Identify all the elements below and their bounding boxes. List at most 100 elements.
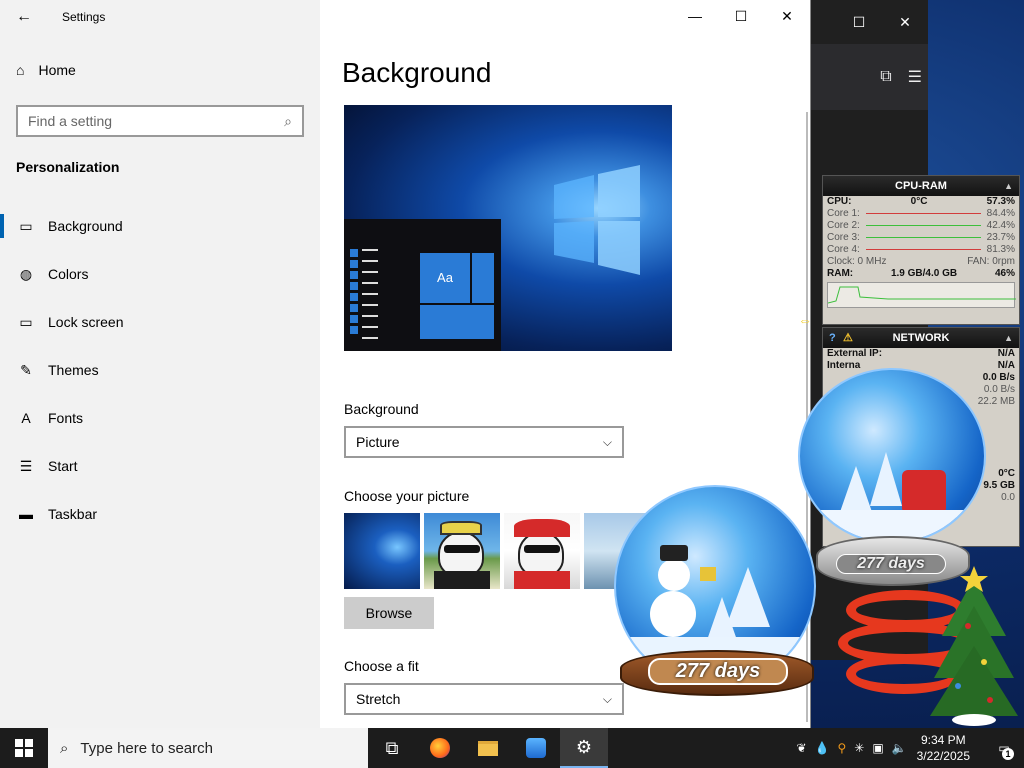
palette-icon: ◍ (19, 265, 33, 282)
sidebar-item-label: Lock screen (48, 314, 124, 330)
fit-value: Stretch (356, 691, 401, 707)
sidebar-item-label: Taskbar (48, 506, 98, 522)
notification-center-icon[interactable]: ▭ 1 (984, 728, 1024, 768)
snowflake-tray-icon[interactable]: ✳ (854, 741, 864, 755)
start-icon: ☰ (19, 457, 33, 474)
choose-fit-label: Choose a fit (344, 658, 419, 674)
clock-date: 3/22/2025 (916, 749, 970, 763)
core-bar (865, 213, 981, 214)
preview-tile: Aa (420, 253, 470, 303)
upload-speed: 0.0 B/s (983, 384, 1015, 395)
help-icon[interactable]: ? (829, 328, 836, 348)
clock-label: Clock: 0 MHz (827, 256, 887, 267)
core-bar (865, 225, 981, 226)
core-bar (865, 249, 981, 250)
menu-icon[interactable]: ☰ (908, 67, 922, 87)
sidebar-home[interactable]: ⌂ Home (16, 62, 76, 78)
picture-thumbnails (342, 511, 660, 591)
home-label: Home (38, 62, 76, 78)
core-value: 84.4% (986, 208, 1015, 219)
clock-row: Clock: 0 MHz FAN: 0rpm (823, 256, 1019, 268)
minimize-icon[interactable]: — (672, 0, 718, 32)
collapse-arrow-icon[interactable]: ▲ (1004, 328, 1013, 348)
notification-count-badge: 1 (1002, 748, 1014, 760)
background-type-dropdown[interactable]: Picture ⌵ (344, 426, 624, 458)
taskbar-search[interactable]: ⌕ (48, 728, 368, 768)
background-window-maximize-icon[interactable]: ☐ (836, 14, 882, 31)
windows-logo-light (554, 165, 640, 275)
magnifier-tray-icon[interactable]: ⚲ (837, 741, 846, 755)
browse-button[interactable]: Browse (344, 597, 434, 629)
sidebar-item-label: Background (48, 218, 123, 234)
network-tray-icon[interactable]: ▣ (872, 741, 883, 755)
find-setting-search[interactable]: ⌕ (16, 105, 304, 137)
core-row: Core 2: 42.4% (823, 220, 1019, 232)
sidebar-item-taskbar[interactable]: ▬ Taskbar (0, 490, 320, 538)
cpu-row: CPU: 0°C 57.3% (823, 196, 1019, 208)
collapse-arrow-icon[interactable]: ▲ (1004, 176, 1013, 196)
core-label: Core 4: (827, 244, 860, 255)
start-button[interactable] (0, 728, 48, 768)
ram-row: RAM: 1.9 GB/4.0 GB 46% (823, 268, 1019, 280)
sidebar-item-lock-screen[interactable]: ▭ Lock screen (0, 298, 320, 346)
picture-thumbnail[interactable] (504, 513, 580, 589)
dropper-tray-icon[interactable]: 💧 (815, 741, 830, 755)
cpu-value: 57.3% (986, 196, 1015, 207)
volume-muted-icon[interactable]: 🔈 (892, 741, 907, 755)
external-ip-row: External IP: N/A (823, 348, 1019, 360)
clock[interactable]: 9:34 PM 3/22/2025 (917, 732, 970, 764)
fonts-icon: A (21, 410, 31, 426)
firefox-icon[interactable] (416, 728, 464, 768)
taskbar-search-input[interactable] (80, 739, 321, 757)
maximize-icon[interactable]: ☐ (718, 0, 764, 32)
section-title: Personalization (16, 159, 120, 175)
cpu-ram-widget: CPU-RAM ▲ CPU: 0°C 57.3% Core 1: 84.4% C… (822, 175, 1020, 325)
system-tray: ❦ 💧 ⚲ ✳ ▣ 🔈 9:34 PM 3/22/2025 ▭ 1 (792, 728, 1024, 768)
sidebar-item-start[interactable]: ☰ Start (0, 442, 320, 490)
internal-ip-row: Interna N/A (823, 360, 1019, 372)
drive-size: 9.5 GB (983, 480, 1015, 491)
picture-thumbnail[interactable] (424, 513, 500, 589)
warning-icon: ⚠ (843, 332, 853, 344)
snow-globe-small[interactable] (798, 368, 986, 544)
task-view-icon[interactable]: ⧉ (368, 728, 416, 768)
ram-value: 46% (994, 268, 1015, 279)
settings-app-icon[interactable]: ⚙ (560, 728, 608, 768)
taskbar-icon: ▬ (19, 506, 33, 522)
preview-start-menu: Aa (344, 219, 501, 351)
people-tray-icon[interactable]: ❦ (796, 741, 806, 755)
app-icon[interactable] (512, 728, 560, 768)
file-explorer-icon[interactable] (464, 728, 512, 768)
extensions-icon[interactable]: ⧉ (880, 68, 891, 86)
download-speed: 0.0 B/s (982, 372, 1015, 383)
back-arrow-icon[interactable]: ← (10, 4, 38, 30)
picture-thumbnail[interactable] (342, 511, 422, 591)
find-setting-input[interactable] (28, 113, 285, 129)
sidebar-item-background[interactable]: ▭ Background (0, 202, 320, 250)
core-row: Core 3: 23.7% (823, 232, 1019, 244)
close-icon[interactable]: ✕ (764, 0, 810, 32)
background-preview: Aa (344, 105, 672, 351)
network-total: 22.2 MB (977, 396, 1015, 407)
ram-graph-line (827, 286, 1016, 304)
network-widget-title: ? ⚠ NETWORK ▲ (823, 328, 1019, 348)
gift-icon (700, 567, 716, 581)
sidebar-item-colors[interactable]: ◍ Colors (0, 250, 320, 298)
cpu-label: CPU: (827, 196, 852, 207)
background-window-close-icon[interactable]: ✕ (882, 14, 928, 31)
cpu-temp: 0°C (910, 196, 928, 207)
window-title: Settings (62, 10, 106, 24)
sidebar-item-themes[interactable]: ✎ Themes (0, 346, 320, 394)
home-icon: ⌂ (16, 62, 25, 78)
background-label: Background (344, 401, 419, 417)
search-icon[interactable]: ⌕ (284, 113, 292, 130)
sidebar: ← Settings ⌂ Home ⌕ Personalization ▭ Ba… (0, 0, 320, 728)
background-type-value: Picture (356, 434, 400, 450)
chevron-down-icon: ⌵ (602, 434, 612, 449)
sidebar-item-fonts[interactable]: A Fonts (0, 394, 320, 442)
themes-icon: ✎ (20, 361, 32, 378)
fit-dropdown[interactable]: Stretch ⌵ (344, 683, 624, 715)
core-value: 42.4% (986, 220, 1015, 231)
christmas-tree-icon (930, 566, 1018, 726)
window-controls: — ☐ ✕ (672, 0, 810, 32)
